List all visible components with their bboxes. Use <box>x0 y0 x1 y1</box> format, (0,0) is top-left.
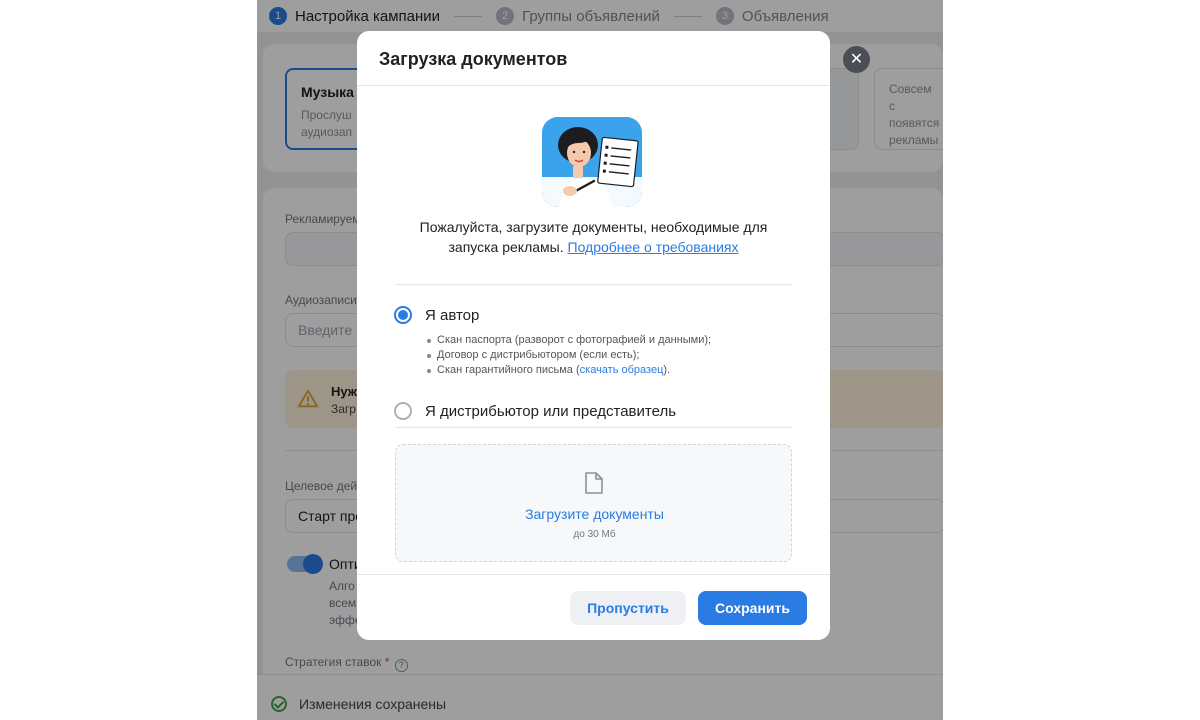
close-icon: ✕ <box>849 50 864 68</box>
letter-doc-suffix: ). <box>663 364 671 376</box>
upload-limit: до 30 Мб <box>573 529 616 540</box>
skip-button[interactable]: Пропустить <box>570 591 686 625</box>
modal-footer: Пропустить Сохранить <box>357 574 830 640</box>
file-icon <box>585 472 603 494</box>
person-with-document-icon <box>542 117 642 207</box>
radio-author[interactable] <box>394 306 412 324</box>
required-documents-list: Скан паспорта (разворот с фотографией и … <box>425 333 711 378</box>
documents-illustration <box>542 117 642 207</box>
upload-dropzone[interactable]: Загрузите документы до 30 Мб <box>395 444 792 562</box>
upload-documents-modal: Загрузка документов Пожалуйста, загрузит… <box>357 31 830 640</box>
list-item: Договор с дистрибьютором (если есть); <box>425 348 711 363</box>
divider <box>395 427 792 428</box>
list-item: Скан гарантийного письма (скачать образе… <box>425 363 711 378</box>
save-button[interactable]: Сохранить <box>698 591 807 625</box>
radio-distributor[interactable] <box>394 402 412 420</box>
letter-doc-prefix: Скан гарантийного письма ( <box>437 364 580 376</box>
radio-author-label[interactable]: Я автор <box>425 307 479 324</box>
divider <box>395 284 792 285</box>
modal-header: Загрузка документов <box>357 31 830 86</box>
requirements-link[interactable]: Подробнее о требованиях <box>568 239 739 255</box>
radio-distributor-label[interactable]: Я дистрибьютор или представитель <box>425 403 676 420</box>
close-button[interactable]: ✕ <box>843 46 870 73</box>
list-item: Скан паспорта (разворот с фотографией и … <box>425 333 711 348</box>
upload-documents-link[interactable]: Загрузите документы <box>396 506 793 522</box>
modal-description: Пожалуйста, загрузите документы, необход… <box>397 217 790 257</box>
modal-title: Загрузка документов <box>379 49 568 69</box>
download-sample-link[interactable]: скачать образец <box>580 364 664 376</box>
